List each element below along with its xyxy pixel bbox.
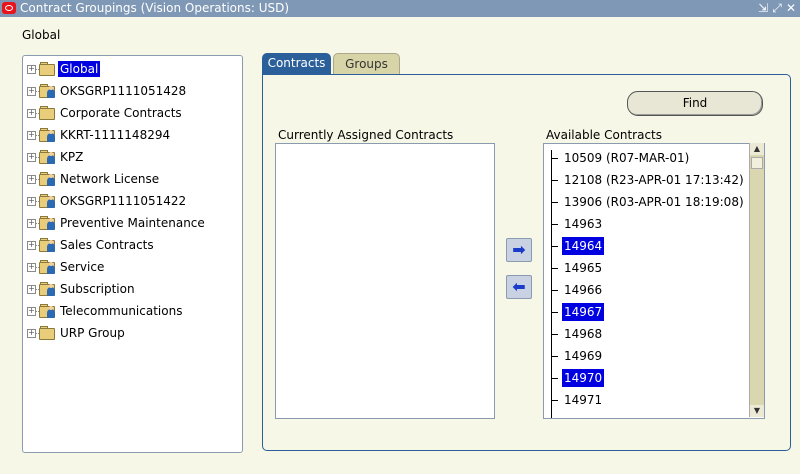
- tree-item-label: OKSGRP1111051422: [60, 194, 187, 208]
- scroll-down-icon[interactable]: ▼: [750, 405, 764, 417]
- group-folder-icon: [39, 325, 57, 341]
- list-item[interactable]: 10509 (R07-MAR-01): [548, 148, 748, 168]
- maximize-icon[interactable]: ⤢: [770, 0, 784, 17]
- tree-item[interactable]: + KPZ: [27, 147, 237, 167]
- scroll-up-icon[interactable]: ▲: [750, 143, 764, 155]
- list-item[interactable]: 14964: [548, 236, 748, 256]
- tree-item-label: KPZ: [60, 150, 84, 164]
- list-item-label: 14969: [564, 349, 603, 363]
- list-item[interactable]: 14967: [548, 302, 748, 322]
- tab-contracts[interactable]: Contracts: [262, 53, 331, 74]
- list-item-label: 14968: [564, 327, 603, 341]
- available-contracts-list[interactable]: 10509 (R07-MAR-01) 12108 (R23-APR-01 17:…: [543, 143, 765, 419]
- group-folder-icon: [39, 149, 57, 165]
- tree-item[interactable]: + Preventive Maintenance: [27, 213, 237, 233]
- list-item[interactable]: 14968: [548, 324, 748, 344]
- list-item[interactable]: 12108 (R23-APR-01 17:13:42): [548, 170, 748, 190]
- window-title: Contract Groupings (Vision Operations: U…: [20, 1, 290, 15]
- list-item-label: 14965: [564, 261, 603, 275]
- assigned-contracts-label: Currently Assigned Contracts: [278, 128, 454, 142]
- list-item-label: 14971: [564, 393, 603, 407]
- group-folder-icon: [39, 83, 57, 99]
- list-item-label: 12108 (R23-APR-01 17:13:42): [564, 173, 744, 187]
- group-folder-icon: [39, 281, 57, 297]
- tree-item-label: Telecommunications: [60, 304, 183, 318]
- group-tree[interactable]: + Global + OKSGRP1111051428 + Corporate …: [22, 55, 243, 453]
- tree-item-label: Subscription: [60, 282, 135, 296]
- tree-item[interactable]: + URP Group: [27, 323, 237, 343]
- group-folder-icon: [39, 259, 57, 275]
- group-folder-icon: [39, 237, 57, 253]
- oracle-app-icon: [2, 2, 16, 14]
- list-item-label: 14963: [564, 217, 603, 231]
- minimize-icon[interactable]: ⇲: [756, 0, 770, 17]
- tree-item-label: OKSGRP1111051428: [60, 84, 187, 98]
- tree-item[interactable]: + Subscription: [27, 279, 237, 299]
- group-folder-icon: [39, 193, 57, 209]
- close-icon[interactable]: ✕: [784, 0, 798, 17]
- tree-item-label: Preventive Maintenance: [60, 216, 205, 230]
- tree-item-label: Global: [58, 61, 101, 77]
- tree-item-label: KKRT-1111148294: [60, 128, 171, 142]
- window-titlebar: Contract Groupings (Vision Operations: U…: [0, 0, 800, 17]
- group-folder-icon: [39, 171, 57, 187]
- group-folder-icon: [39, 127, 57, 143]
- tree-item-label: Network License: [60, 172, 160, 186]
- tree-item[interactable]: + Network License: [27, 169, 237, 189]
- tree-item[interactable]: + Service: [27, 257, 237, 277]
- list-item-label: 14970: [562, 369, 605, 387]
- tree-item-label: URP Group: [60, 326, 125, 340]
- tree-item[interactable]: + Telecommunications: [27, 301, 237, 321]
- list-item[interactable]: 14965: [548, 258, 748, 278]
- list-item[interactable]: 14969: [548, 346, 748, 366]
- find-button[interactable]: Find: [627, 91, 763, 116]
- list-item-label: 13906 (R03-APR-01 18:19:08): [564, 195, 744, 209]
- tree-item[interactable]: + Corporate Contracts: [27, 103, 237, 123]
- tree-item[interactable]: + OKSGRP1111051428: [27, 81, 237, 101]
- list-item[interactable]: 14971: [548, 390, 748, 410]
- list-item-label: 14966: [564, 283, 603, 297]
- list-item-label: 14964: [562, 237, 605, 255]
- tree-item[interactable]: + KKRT-1111148294: [27, 125, 237, 145]
- list-item[interactable]: 14970: [548, 368, 748, 388]
- list-connector-line: [551, 150, 552, 418]
- group-folder-icon: [39, 61, 57, 77]
- group-folder-icon: [39, 215, 57, 231]
- assign-button[interactable]: ➡: [506, 238, 532, 262]
- arrow-right-icon: ➡: [512, 240, 526, 259]
- tab-groups[interactable]: Groups: [333, 53, 400, 74]
- tree-item[interactable]: + OKSGRP1111051422: [27, 191, 237, 211]
- list-item-label: 10509 (R07-MAR-01): [564, 151, 690, 165]
- tree-item[interactable]: + Sales Contracts: [27, 235, 237, 255]
- breadcrumb: Global: [22, 28, 61, 42]
- arrow-left-icon: ⬅: [512, 277, 526, 296]
- tree-item-label: Corporate Contracts: [60, 106, 182, 120]
- assigned-contracts-list[interactable]: [275, 143, 495, 419]
- scroll-thumb[interactable]: [751, 157, 763, 169]
- unassign-button[interactable]: ⬅: [506, 275, 532, 299]
- group-folder-icon: [39, 303, 57, 319]
- list-item[interactable]: 14966: [548, 280, 748, 300]
- list-item[interactable]: 13906 (R03-APR-01 18:19:08): [548, 192, 748, 212]
- group-folder-icon: [39, 105, 57, 121]
- available-scrollbar[interactable]: ▲ ▼: [749, 143, 764, 417]
- tree-item-label: Sales Contracts: [60, 238, 154, 252]
- list-item[interactable]: 14963: [548, 214, 748, 234]
- tree-item-label: Service: [60, 260, 105, 274]
- list-item-label: 14967: [562, 303, 605, 321]
- tree-item[interactable]: + Global: [27, 59, 237, 79]
- available-contracts-label: Available Contracts: [546, 128, 663, 142]
